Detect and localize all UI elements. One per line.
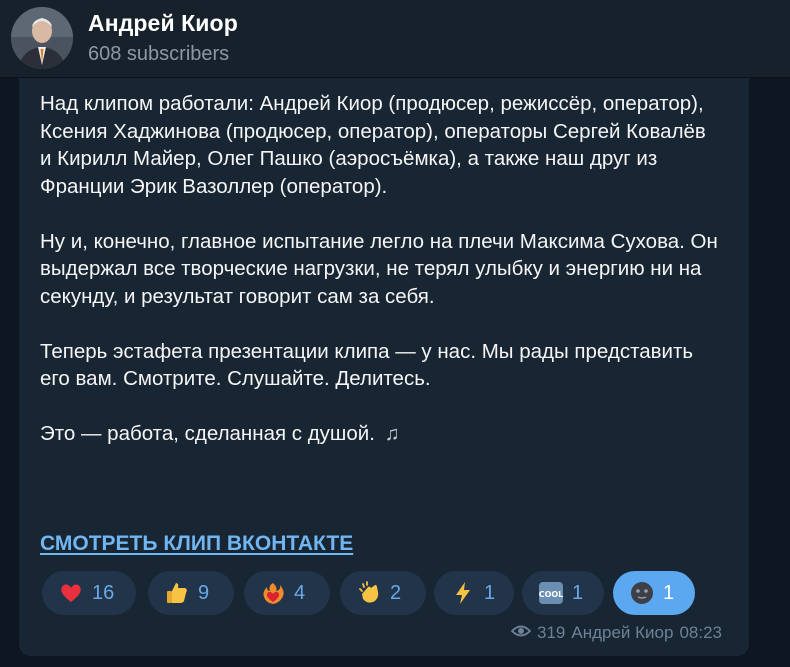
eye-icon bbox=[510, 623, 532, 643]
view-count: 319 bbox=[536, 623, 566, 642]
reaction-thumbs-up[interactable]: 9 bbox=[148, 571, 234, 615]
reaction-count: 4 bbox=[294, 581, 306, 604]
reaction-count: 1 bbox=[572, 581, 584, 604]
reaction-clap[interactable]: 2 bbox=[340, 571, 426, 615]
post-author: Андрей Киор bbox=[571, 623, 674, 642]
reaction-lightning[interactable]: 1 bbox=[434, 571, 514, 615]
subscriber-count: 608 subscribers bbox=[88, 43, 230, 65]
new-moon-face-icon bbox=[629, 580, 655, 606]
thumbs-up-icon bbox=[164, 580, 190, 606]
reaction-heart-on-fire[interactable]: 4 bbox=[244, 571, 330, 615]
clapping-hands-icon bbox=[356, 580, 382, 606]
message-paragraph: Над клипом работали: Андрей Киор (продюс… bbox=[40, 92, 706, 198]
red-heart-icon bbox=[58, 580, 84, 606]
reaction-heart[interactable]: 16 bbox=[42, 571, 136, 615]
reaction-cool[interactable]: COOL 1 bbox=[522, 571, 604, 615]
message-footer: 319 Андрей Киор 08:23 bbox=[510, 623, 728, 643]
reaction-count: 16 bbox=[92, 581, 115, 604]
watch-clip-link[interactable]: СМОТРЕТЬ КЛИП ВКОНТАКТЕ bbox=[40, 532, 353, 556]
svg-text:COOL: COOL bbox=[539, 590, 564, 599]
channel-header[interactable]: Андрей Киор 608 subscribers bbox=[0, 0, 790, 78]
reaction-count: 1 bbox=[484, 581, 496, 604]
message-paragraph: Ну и, конечно, главное испытание легло н… bbox=[40, 229, 718, 308]
message-text: Над клипом работали: Андрей Киор (продюс… bbox=[40, 90, 720, 476]
reaction-count: 2 bbox=[390, 581, 402, 604]
reaction-count: 9 bbox=[198, 581, 210, 604]
message-paragraph: Теперь эстафета презентации клипа — у на… bbox=[40, 339, 694, 391]
post-time: 08:23 bbox=[679, 623, 722, 642]
channel-name[interactable]: Андрей Киор bbox=[88, 10, 238, 37]
music-notes-icon: ♫ bbox=[384, 423, 400, 445]
cool-button-icon: COOL bbox=[538, 580, 564, 606]
reaction-new-moon-face[interactable]: 1 bbox=[613, 571, 695, 615]
reactions-bar: 16 9 4 2 1 COOL 1 1 bbox=[42, 571, 702, 615]
heart-on-fire-icon bbox=[260, 580, 286, 606]
reaction-count: 1 bbox=[663, 581, 675, 604]
lightning-icon bbox=[450, 580, 476, 606]
message-paragraph-text: Это — работа, сделанная с душой. bbox=[40, 422, 375, 445]
channel-avatar[interactable] bbox=[11, 7, 73, 69]
message-paragraph-last: Это — работа, сделанная с душой. ♫ bbox=[40, 420, 720, 449]
